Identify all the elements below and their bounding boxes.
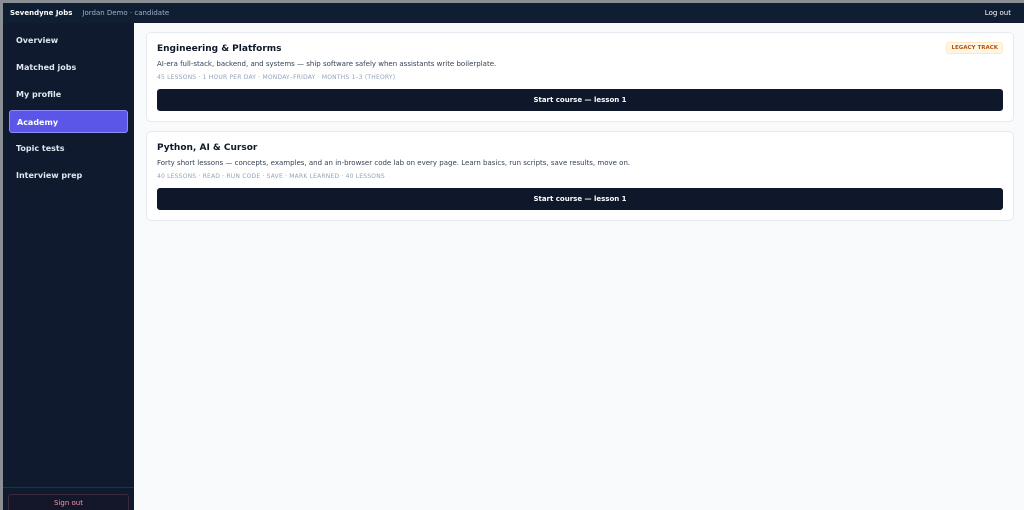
user-label: Jordan Demo · candidate (82, 9, 170, 17)
sign-out-button[interactable]: Sign out (8, 494, 129, 510)
sidebar-footer: Sign out (3, 487, 134, 510)
top-bar: Sevendyne Jobs Jordan Demo · candidate L… (3, 3, 1024, 23)
course-meta: 45 LESSONS · 1 HOUR PER DAY · MONDAY–FRI… (157, 74, 396, 81)
brand-name[interactable]: Sevendyne Jobs (10, 9, 72, 17)
start-course-button[interactable]: Start course — lesson 1 (157, 188, 1003, 210)
sidebar: Overview Matched jobs My profile Academy… (3, 23, 134, 510)
logout-link[interactable]: Log out (985, 9, 1011, 17)
sidebar-item-academy[interactable]: Academy (9, 110, 128, 133)
start-course-button[interactable]: Start course — lesson 1 (157, 89, 1003, 111)
sidebar-item-matched-jobs[interactable]: Matched jobs (9, 56, 128, 79)
sidebar-item-interview-prep[interactable]: Interview prep (9, 164, 128, 187)
legacy-track-badge: LEGACY TRACK (946, 42, 1003, 54)
course-description: AI-era full-stack, backend, and systems … (157, 60, 497, 68)
sidebar-item-my-profile[interactable]: My profile (9, 83, 128, 106)
course-card: Python, AI & Cursor Forty short lessons … (146, 131, 1014, 221)
app-frame: Sevendyne Jobs Jordan Demo · candidate L… (3, 3, 1024, 510)
sidebar-item-topic-tests[interactable]: Topic tests (9, 137, 128, 160)
course-meta: 40 LESSONS · READ · RUN CODE · SAVE · MA… (157, 173, 385, 180)
main-content: Engineering & Platforms LEGACY TRACK AI-… (134, 23, 1024, 510)
course-card: Engineering & Platforms LEGACY TRACK AI-… (146, 32, 1014, 122)
sidebar-item-overview[interactable]: Overview (9, 29, 128, 52)
course-title: Engineering & Platforms (157, 44, 282, 54)
course-description: Forty short lessons — concepts, examples… (157, 159, 631, 167)
course-title: Python, AI & Cursor (157, 143, 258, 153)
